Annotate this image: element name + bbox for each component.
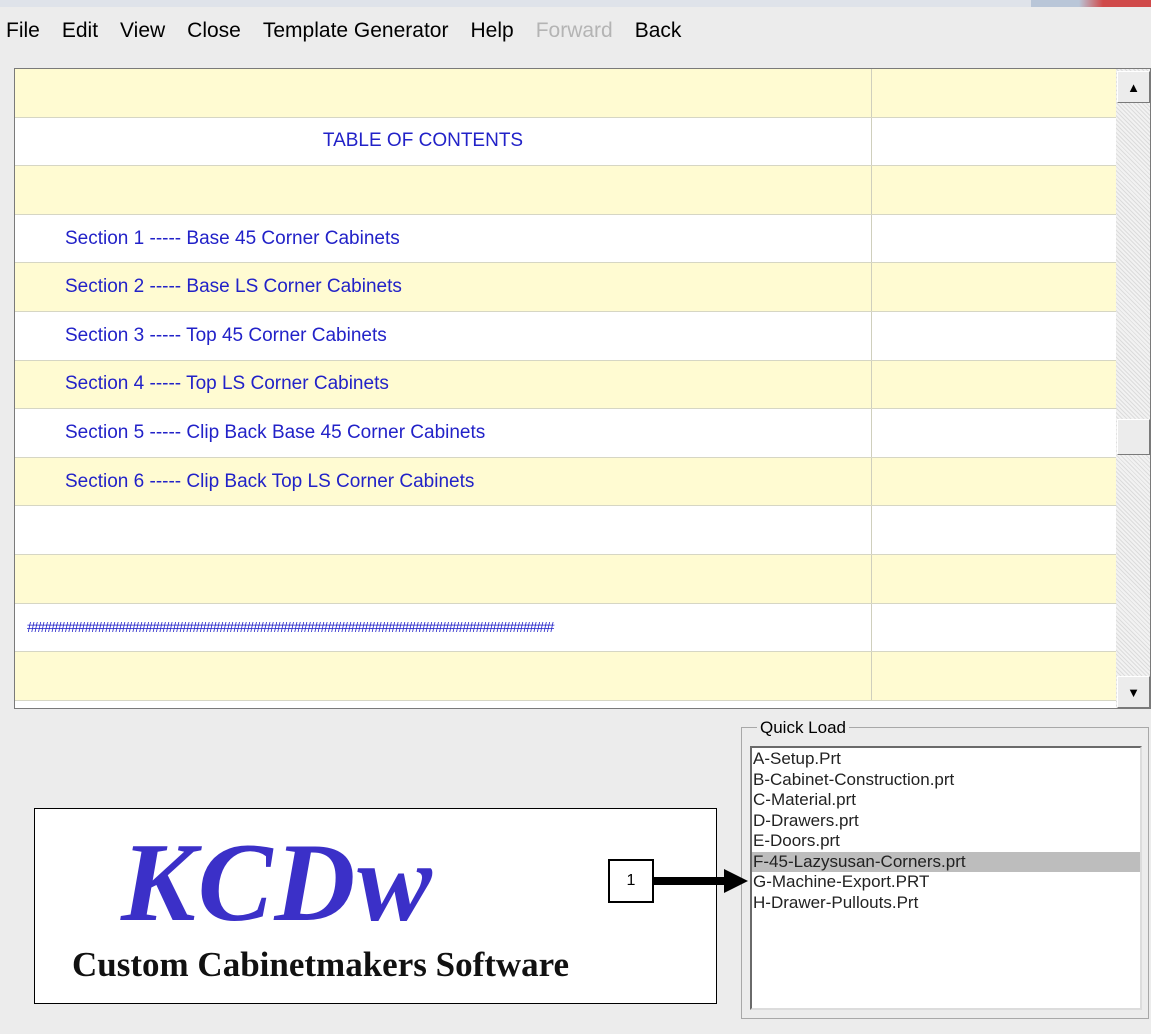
quick-load-group: Quick Load A-Setup.Prt B-Cabinet-Constru… [741, 718, 1149, 1019]
grid-row: TABLE OF CONTENTS [15, 117, 1116, 167]
menu-edit[interactable]: Edit [51, 7, 109, 55]
grid-cell-side [872, 361, 1116, 409]
quick-load-item[interactable]: A-Setup.Prt [752, 749, 1140, 770]
grid-cell-side [872, 215, 1116, 263]
grid-cell [15, 69, 872, 117]
quick-load-item[interactable]: E-Doors.prt [752, 831, 1140, 852]
grid-cell-side [872, 409, 1116, 457]
grid-row: Section 3 ----- Top 45 Corner Cabinets [15, 311, 1116, 361]
grid-row [15, 166, 1116, 215]
vertical-scrollbar[interactable]: ▲ ▼ [1116, 69, 1150, 708]
separator-line: ########################################… [15, 603, 872, 652]
quick-load-item[interactable]: H-Drawer-Pullouts.Prt [752, 893, 1140, 914]
grid-cell [15, 506, 872, 554]
quick-load-item[interactable]: G-Machine-Export.PRT [752, 872, 1140, 893]
quick-load-list[interactable]: A-Setup.Prt B-Cabinet-Construction.prt C… [750, 746, 1142, 1010]
arrow-down-icon: ▼ [1127, 684, 1140, 700]
annotation-arrow-icon [654, 869, 748, 893]
grid-cell [15, 166, 872, 214]
toc-heading: TABLE OF CONTENTS [15, 117, 872, 166]
document-viewer: TABLE OF CONTENTS Section 1 ----- Base 4… [14, 68, 1151, 709]
grid-row: Section 6 ----- Clip Back Top LS Corner … [15, 457, 1116, 507]
toc-section-link[interactable]: Section 3 ----- Top 45 Corner Cabinets [15, 311, 872, 360]
menu-template-generator[interactable]: Template Generator [252, 7, 460, 55]
logo-mark: KCDw [121, 821, 434, 945]
quick-load-legend: Quick Load [757, 718, 849, 738]
menu-forward[interactable]: Forward [525, 7, 624, 55]
grid-row: Section 4 ----- Top LS Corner Cabinets [15, 360, 1116, 410]
toc-section-link[interactable]: Section 2 ----- Base LS Corner Cabinets [15, 263, 872, 311]
menu-file[interactable]: File [0, 7, 51, 55]
menu-help[interactable]: Help [459, 7, 524, 55]
quick-load-item[interactable]: B-Cabinet-Construction.prt [752, 770, 1140, 791]
grid-row: Section 1 ----- Base 45 Corner Cabinets [15, 214, 1116, 264]
grid-cell-side [872, 604, 1116, 652]
grid-cell-side [872, 166, 1116, 214]
toc-section-link[interactable]: Section 1 ----- Base 45 Corner Cabinets [15, 214, 872, 263]
quick-load-item-selected[interactable]: F-45-Lazysusan-Corners.prt [752, 851, 1140, 872]
grid-cell-side [872, 118, 1116, 166]
logo-tagline: Custom Cabinetmakers Software [72, 945, 570, 984]
quick-load-item[interactable]: C-Material.prt [752, 790, 1140, 811]
arrow-up-icon: ▲ [1127, 79, 1140, 95]
grid-cell [15, 554, 872, 603]
menu-view[interactable]: View [109, 7, 176, 55]
grid-row [15, 69, 1116, 118]
grid-cell-side [872, 263, 1116, 311]
grid-row: Section 2 ----- Base LS Corner Cabinets [15, 263, 1116, 312]
menu-bar: File Edit View Close Template Generator … [0, 7, 1151, 55]
grid-row [15, 554, 1116, 604]
scroll-thumb[interactable] [1117, 419, 1150, 455]
grid-cell-side [872, 506, 1116, 554]
grid-cell-side [872, 69, 1116, 117]
grid-cell-side [872, 555, 1116, 603]
document-grid: TABLE OF CONTENTS Section 1 ----- Base 4… [15, 69, 1116, 701]
kcdw-logo: KCDw Custom Cabinetmakers Software [34, 808, 717, 1004]
toc-section-link[interactable]: Section 5 ----- Clip Back Base 45 Corner… [15, 409, 872, 457]
grid-cell-side [872, 458, 1116, 506]
grid-row: ########################################… [15, 603, 1116, 653]
grid-row: Section 5 ----- Clip Back Base 45 Corner… [15, 409, 1116, 458]
toc-section-link[interactable]: Section 4 ----- Top LS Corner Cabinets [15, 360, 872, 409]
window-title-strip [0, 0, 1151, 7]
grid-cell [15, 652, 872, 700]
annotation-callout: 1 [608, 859, 654, 903]
grid-cell-side [872, 312, 1116, 360]
toc-section-link[interactable]: Section 6 ----- Clip Back Top LS Corner … [15, 457, 872, 506]
window-controls-hint [1031, 0, 1151, 7]
grid-row [15, 652, 1116, 701]
scroll-up-button[interactable]: ▲ [1117, 71, 1150, 103]
grid-cell-side [872, 652, 1116, 700]
menu-back[interactable]: Back [624, 7, 693, 55]
quick-load-item[interactable]: D-Drawers.prt [752, 811, 1140, 832]
grid-row [15, 506, 1116, 555]
scroll-down-button[interactable]: ▼ [1117, 676, 1150, 708]
menu-close[interactable]: Close [176, 7, 252, 55]
